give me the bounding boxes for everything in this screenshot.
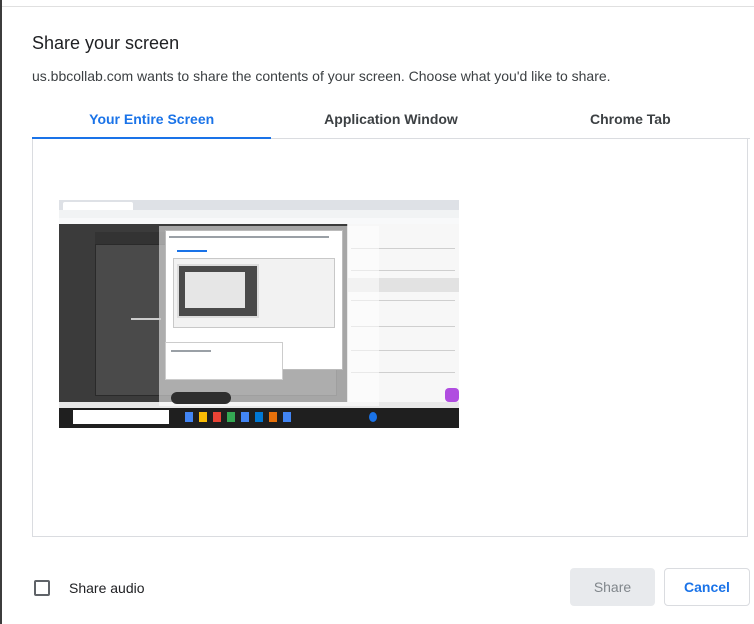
tab-entire-screen[interactable]: Your Entire Screen [32, 100, 272, 139]
share-screen-dialog: Share your screen us.bbcollab.com wants … [0, 0, 754, 624]
cancel-button[interactable]: Cancel [664, 568, 750, 606]
dialog-subtitle: us.bbcollab.com wants to share the conte… [32, 68, 611, 84]
share-audio-toggle[interactable]: Share audio [34, 580, 145, 596]
thumb-taskbar-icon [185, 412, 193, 422]
thumb-dialog-text [169, 236, 329, 238]
dialog-title: Share your screen [32, 33, 180, 53]
share-audio-label: Share audio [69, 580, 145, 596]
thumb-taskbar-icon [199, 412, 207, 422]
tab-chrome-tab[interactable]: Chrome Tab [511, 100, 750, 138]
thumb-canvas-text [131, 318, 161, 320]
thumb-taskbar-icon [227, 412, 235, 422]
thumb-taskbar-icon [369, 412, 377, 422]
thumb-taskbar-icon [283, 412, 291, 422]
thumb-taskbar-search [73, 410, 169, 424]
tab-application-window[interactable]: Application Window [271, 100, 510, 138]
source-tabs: Your Entire Screen Application Window Ch… [32, 100, 750, 139]
thumb-floating-toolbar [171, 392, 231, 404]
thumb-popup-text [171, 350, 211, 352]
source-panel [32, 139, 748, 537]
thumb-browser-tab [63, 202, 133, 210]
share-audio-checkbox[interactable] [34, 580, 50, 596]
thumb-dialog-tab [177, 250, 207, 252]
thumb-taskbar-icon [241, 412, 249, 422]
share-button[interactable]: Share [570, 568, 655, 606]
thumb-address-bar [59, 210, 459, 218]
thumb-mini-screen-content [185, 272, 245, 308]
thumb-purple-button [445, 388, 459, 402]
thumb-taskbar-icon [213, 412, 221, 422]
thumb-popup [165, 342, 283, 380]
dialog-footer: Share audio Share Cancel [2, 560, 754, 614]
screen-thumbnail[interactable] [59, 200, 459, 428]
thumb-taskbar-icon [269, 412, 277, 422]
thumb-taskbar-icon [255, 412, 263, 422]
